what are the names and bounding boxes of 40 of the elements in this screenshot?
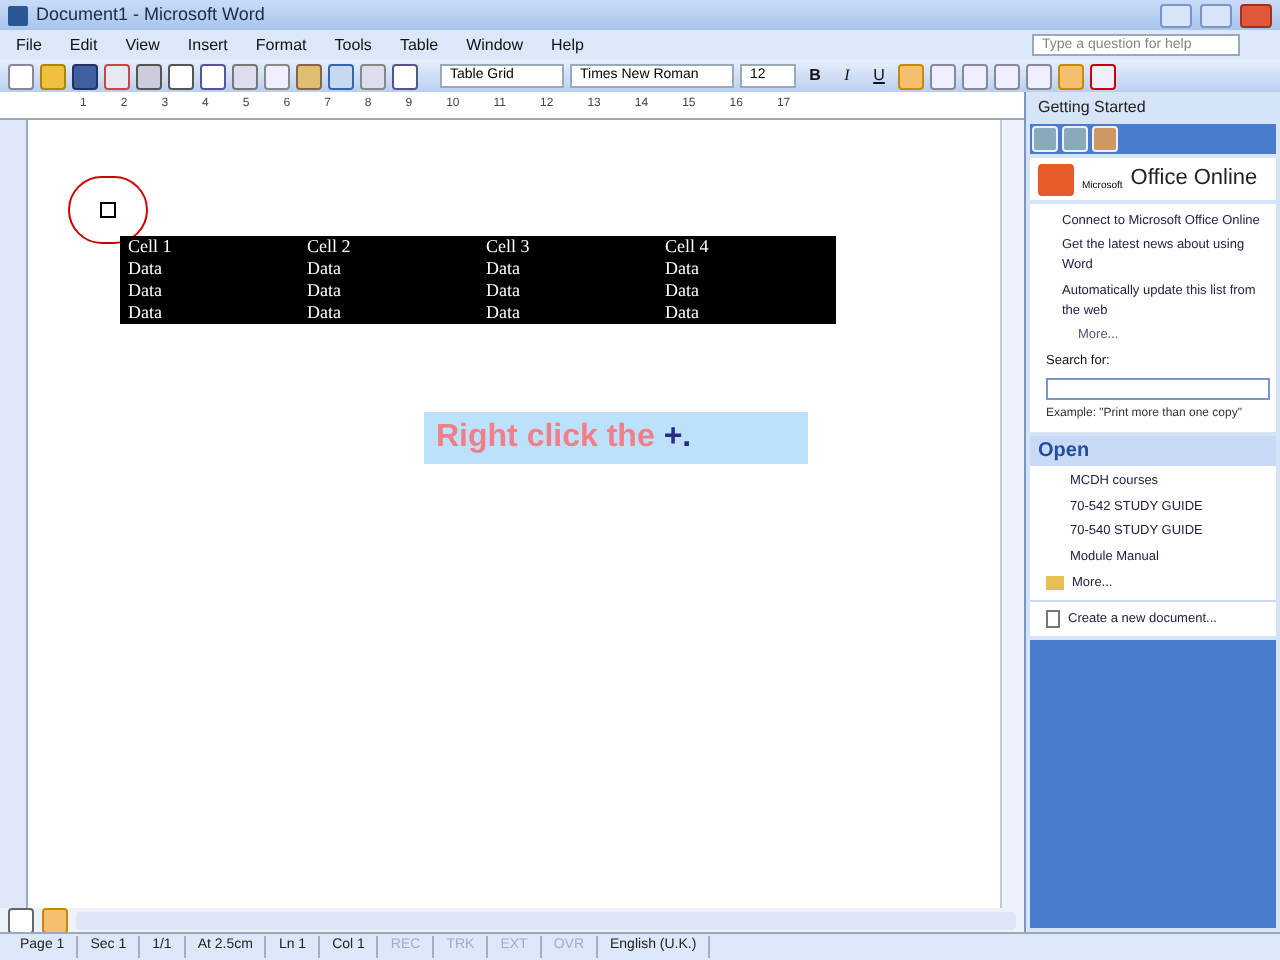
menu-item[interactable]: File <box>16 33 42 57</box>
menu-item[interactable]: Table <box>399 33 439 57</box>
table-cell-text: Data <box>305 258 343 280</box>
table-cell-text: Data <box>126 258 164 280</box>
table-cell-text: Cell 2 <box>305 236 353 258</box>
italic-button[interactable]: I <box>834 63 860 89</box>
table-cell-text: Data <box>484 280 522 302</box>
table-cell-text: Data <box>305 302 343 324</box>
minimize-button[interactable] <box>1160 3 1192 27</box>
table-move-handle-icon[interactable] <box>100 202 116 218</box>
task-pane-title: Getting Started <box>1036 96 1148 120</box>
bold-button[interactable]: B <box>802 63 828 89</box>
callout-text: Right click the +. <box>436 418 692 458</box>
menu-item[interactable]: View <box>125 33 160 57</box>
open-heading: Open <box>1030 435 1276 466</box>
restore-button[interactable] <box>1200 3 1232 27</box>
table-cell-text: Data <box>663 280 701 302</box>
table-cell-text: Data <box>663 258 701 280</box>
menu-item[interactable]: Help <box>551 33 584 57</box>
menu-item[interactable]: Tools <box>334 33 372 57</box>
table-cell-text: Data <box>305 280 343 302</box>
table-cell-text: Data <box>484 258 522 280</box>
close-button[interactable] <box>1240 3 1272 27</box>
table-cell-text: Cell 1 <box>126 236 174 258</box>
table-cell-text: Cell 3 <box>484 236 532 258</box>
table-cell-text: Data <box>126 280 164 302</box>
table-cell-text: Data <box>126 302 164 324</box>
table-cell-text: Data <box>663 302 701 324</box>
table-cell-text: Data <box>484 302 522 324</box>
search-field[interactable] <box>1046 377 1270 400</box>
window-title: Document1 - Microsoft Word <box>36 1 267 28</box>
table-cell-text: Cell 4 <box>663 236 711 258</box>
underline-button[interactable]: U <box>866 63 892 89</box>
menu-item[interactable]: Insert <box>187 33 228 57</box>
menu-item[interactable]: Window <box>466 33 524 57</box>
vertical-scrollbar[interactable] <box>1000 120 1024 908</box>
menu-item[interactable]: Format <box>255 33 307 57</box>
brand-title: Office Online <box>1130 164 1258 194</box>
menu-item[interactable]: Edit <box>69 33 98 57</box>
horizontal-scrollbar[interactable] <box>76 911 1016 929</box>
